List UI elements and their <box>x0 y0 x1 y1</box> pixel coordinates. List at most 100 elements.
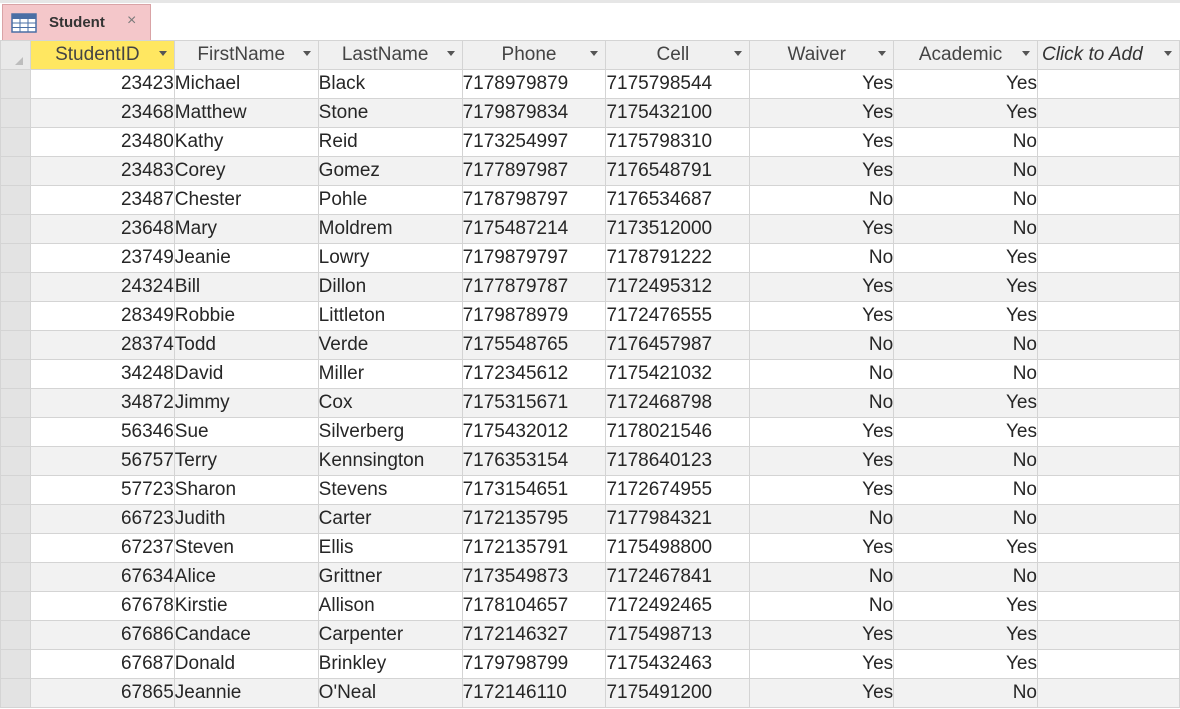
table-row[interactable]: 67686 Candace Carpenter 7172146327 717549871… <box>0 620 1180 650</box>
cell-cell[interactable]: 7175432463 <box>605 649 751 679</box>
cell-phone[interactable]: 7172135791 <box>461 533 607 563</box>
cell-firstname[interactable]: Terry <box>173 446 319 476</box>
cell-waiver[interactable]: No <box>749 330 895 360</box>
cell-waiver[interactable]: Yes <box>749 301 895 331</box>
cell-cell[interactable]: 7172468798 <box>605 388 751 418</box>
row-selector[interactable] <box>0 301 31 331</box>
cell-cell[interactable]: 7175491200 <box>605 678 751 708</box>
row-selector[interactable] <box>0 620 31 650</box>
cell-cell[interactable]: 7175798310 <box>605 127 751 157</box>
row-selector[interactable] <box>0 678 31 708</box>
cell-phone[interactable]: 7175548765 <box>461 330 607 360</box>
close-icon[interactable]: × <box>127 12 136 30</box>
cell-academic[interactable]: No <box>893 678 1038 708</box>
cell-waiver[interactable]: Yes <box>749 272 895 302</box>
cell-lastname[interactable]: Littleton <box>317 301 463 331</box>
cell-click-to-add[interactable] <box>1037 533 1180 563</box>
row-selector[interactable] <box>0 591 31 621</box>
cell-click-to-add[interactable] <box>1037 446 1180 476</box>
dropdown-arrow-icon[interactable] <box>446 51 455 56</box>
table-row[interactable]: 23487 Chester Pohle 7178798797 7176534687 No N… <box>0 185 1180 215</box>
cell-phone[interactable]: 7173549873 <box>461 562 607 592</box>
cell-cell[interactable]: 7175798544 <box>605 69 751 99</box>
cell-waiver[interactable]: No <box>749 504 895 534</box>
cell-cell[interactable]: 7175421032 <box>605 359 751 389</box>
row-selector[interactable] <box>0 359 31 389</box>
cell-waiver[interactable]: No <box>749 591 895 621</box>
column-header-click-to-add[interactable]: Click to Add <box>1037 40 1180 70</box>
cell-firstname[interactable]: Steven <box>173 533 319 563</box>
cell-phone[interactable]: 7175432012 <box>461 417 607 447</box>
cell-academic[interactable]: Yes <box>893 620 1038 650</box>
cell-firstname[interactable]: Candace <box>173 620 319 650</box>
cell-phone[interactable]: 7172135795 <box>461 504 607 534</box>
cell-lastname[interactable]: Miller <box>317 359 463 389</box>
cell-lastname[interactable]: Verde <box>317 330 463 360</box>
row-selector[interactable] <box>0 272 31 302</box>
cell-waiver[interactable]: Yes <box>749 446 895 476</box>
cell-waiver[interactable]: Yes <box>749 98 895 128</box>
cell-waiver[interactable]: Yes <box>749 156 895 186</box>
cell-academic[interactable]: Yes <box>893 591 1038 621</box>
cell-firstname[interactable]: Kathy <box>173 127 319 157</box>
cell-waiver[interactable]: Yes <box>749 533 895 563</box>
cell-phone[interactable]: 7175487214 <box>461 214 607 244</box>
cell-phone[interactable]: 7176353154 <box>461 446 607 476</box>
cell-firstname[interactable]: Sharon <box>173 475 319 505</box>
cell-academic[interactable]: Yes <box>893 301 1038 331</box>
cell-waiver[interactable]: Yes <box>749 417 895 447</box>
cell-cell[interactable]: 7177984321 <box>605 504 751 534</box>
cell-lastname[interactable]: Reid <box>317 127 463 157</box>
row-selector[interactable] <box>0 330 31 360</box>
cell-click-to-add[interactable] <box>1037 272 1180 302</box>
cell-click-to-add[interactable] <box>1037 388 1180 418</box>
row-selector[interactable] <box>0 185 31 215</box>
table-row[interactable]: 23423 Michael Black 7178979879 7175798544 Yes… <box>0 69 1180 99</box>
cell-click-to-add[interactable] <box>1037 678 1180 708</box>
cell-lastname[interactable]: Black <box>317 69 463 99</box>
column-header-lastname[interactable]: LastName <box>317 40 463 70</box>
cell-firstname[interactable]: Todd <box>173 330 319 360</box>
cell-click-to-add[interactable] <box>1037 69 1180 99</box>
cell-academic[interactable]: Yes <box>893 388 1038 418</box>
cell-click-to-add[interactable] <box>1037 475 1180 505</box>
cell-lastname[interactable]: Ellis <box>317 533 463 563</box>
cell-studentid[interactable]: 66723 <box>29 504 175 534</box>
table-row[interactable]: 67687 Donald Brinkley 7179798799 7175432463 Y… <box>0 649 1180 679</box>
cell-firstname[interactable]: Mary <box>173 214 319 244</box>
cell-click-to-add[interactable] <box>1037 330 1180 360</box>
table-row[interactable]: 67678 Kirstie Allison 7178104657 7172492465 N… <box>0 591 1180 621</box>
cell-phone[interactable]: 7179878979 <box>461 301 607 331</box>
cell-firstname[interactable]: Bill <box>173 272 319 302</box>
cell-cell[interactable]: 7172467841 <box>605 562 751 592</box>
cell-phone[interactable]: 7172146110 <box>461 678 607 708</box>
cell-studentid[interactable]: 23468 <box>29 98 175 128</box>
table-row[interactable]: 67865 Jeannie O'Neal 7172146110 7175491200 Ye… <box>0 678 1180 708</box>
table-row[interactable]: 28349 Robbie Littleton 7179878979 7172476555… <box>0 301 1180 331</box>
cell-academic[interactable]: No <box>893 359 1038 389</box>
cell-phone[interactable]: 7173254997 <box>461 127 607 157</box>
column-header-cell[interactable]: Cell <box>605 40 751 70</box>
row-selector[interactable] <box>0 533 31 563</box>
cell-phone[interactable]: 7178104657 <box>461 591 607 621</box>
row-selector[interactable] <box>0 127 31 157</box>
column-header-waiver[interactable]: Waiver <box>749 40 895 70</box>
cell-firstname[interactable]: Judith <box>173 504 319 534</box>
cell-click-to-add[interactable] <box>1037 620 1180 650</box>
cell-waiver[interactable]: No <box>749 185 895 215</box>
row-selector[interactable] <box>0 417 31 447</box>
cell-studentid[interactable]: 67634 <box>29 562 175 592</box>
cell-waiver[interactable]: No <box>749 359 895 389</box>
cell-cell[interactable]: 7178791222 <box>605 243 751 273</box>
cell-studentid[interactable]: 67678 <box>29 591 175 621</box>
cell-academic[interactable]: No <box>893 562 1038 592</box>
cell-waiver[interactable]: Yes <box>749 475 895 505</box>
cell-click-to-add[interactable] <box>1037 214 1180 244</box>
cell-academic[interactable]: Yes <box>893 243 1038 273</box>
cell-lastname[interactable]: Moldrem <box>317 214 463 244</box>
cell-academic[interactable]: Yes <box>893 533 1038 563</box>
cell-lastname[interactable]: Kennsington <box>317 446 463 476</box>
cell-lastname[interactable]: Carpenter <box>317 620 463 650</box>
cell-studentid[interactable]: 23423 <box>29 69 175 99</box>
cell-click-to-add[interactable] <box>1037 185 1180 215</box>
